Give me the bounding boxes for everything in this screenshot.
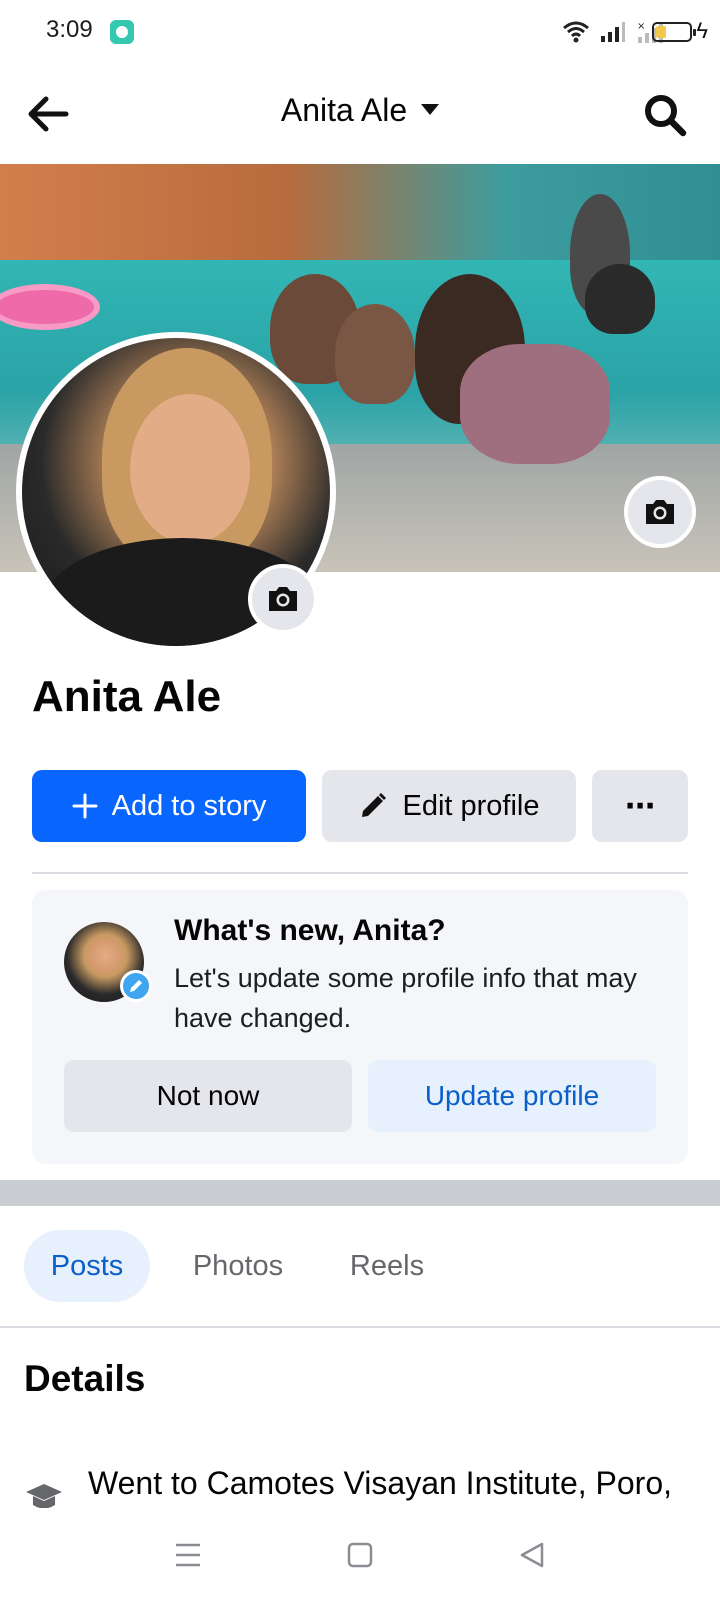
recent-apps-button[interactable] [158,1530,218,1580]
more-dots-icon: ⋯ [625,789,655,823]
system-back-button[interactable] [502,1530,562,1580]
search-icon [645,95,687,137]
status-icons: × [562,18,664,46]
divider [32,872,688,874]
tab-photos[interactable]: Photos [168,1230,308,1302]
svg-text:×: × [637,21,645,32]
app-bar-title: Anita Ale [280,92,408,128]
system-navigation-bar [0,1508,720,1600]
edit-profile-button[interactable]: Edit profile [322,770,576,842]
more-options-button[interactable]: ⋯ [592,770,688,842]
card-title: What's new, Anita? [174,914,446,947]
search-button[interactable] [640,90,690,140]
tab-reels[interactable]: Reels [330,1230,444,1302]
home-square-icon [347,1542,373,1568]
home-button[interactable] [330,1530,390,1580]
status-time: 3:09 [46,16,93,43]
camera-icon [646,500,674,524]
edit-profile-label: Edit profile [402,789,540,822]
status-bar: 3:09 × ϟ [0,0,720,64]
signal-icon [601,22,625,42]
card-body: Let's update some profile info that may … [174,963,637,1033]
update-profile-button[interactable]: Update profile [368,1060,656,1132]
profile-name: Anita Ale [32,672,222,721]
caret-down-icon [421,104,440,116]
tab-posts[interactable]: Posts [24,1230,150,1302]
edit-cover-button[interactable] [624,476,696,548]
pencil-icon [358,791,388,821]
menu-icon [176,1543,200,1567]
profile-tabs: Posts Photos Reels [0,1206,720,1326]
charging-icon: ϟ [696,18,708,43]
notification-app-icon [110,20,134,44]
graduation-cap-icon [26,1484,62,1508]
section-separator [0,1180,720,1206]
back-triangle-icon [520,1542,544,1568]
profile-switcher[interactable]: Anita Ale [0,92,720,129]
not-now-button[interactable]: Not now [64,1060,352,1132]
wifi-icon [563,21,589,43]
plus-icon [72,793,98,819]
app-bar: Anita Ale [0,64,720,164]
camera-icon [269,587,297,611]
battery-icon [652,22,696,42]
detail-item-education[interactable]: Went to Camotes Visayan Institute, Poro,… [0,1440,720,1508]
edit-profile-picture-button[interactable] [248,564,318,634]
detail-text: Went to Camotes Visayan Institute, Poro,… [88,1465,672,1501]
profile-update-prompt-card: What's new, Anita? Let's update some pro… [32,890,688,1164]
divider [0,1326,720,1328]
add-to-story-label: Add to story [111,789,267,822]
add-to-story-button[interactable]: Add to story [32,770,306,842]
edit-badge-icon [120,970,152,1002]
details-heading: Details [24,1358,146,1399]
